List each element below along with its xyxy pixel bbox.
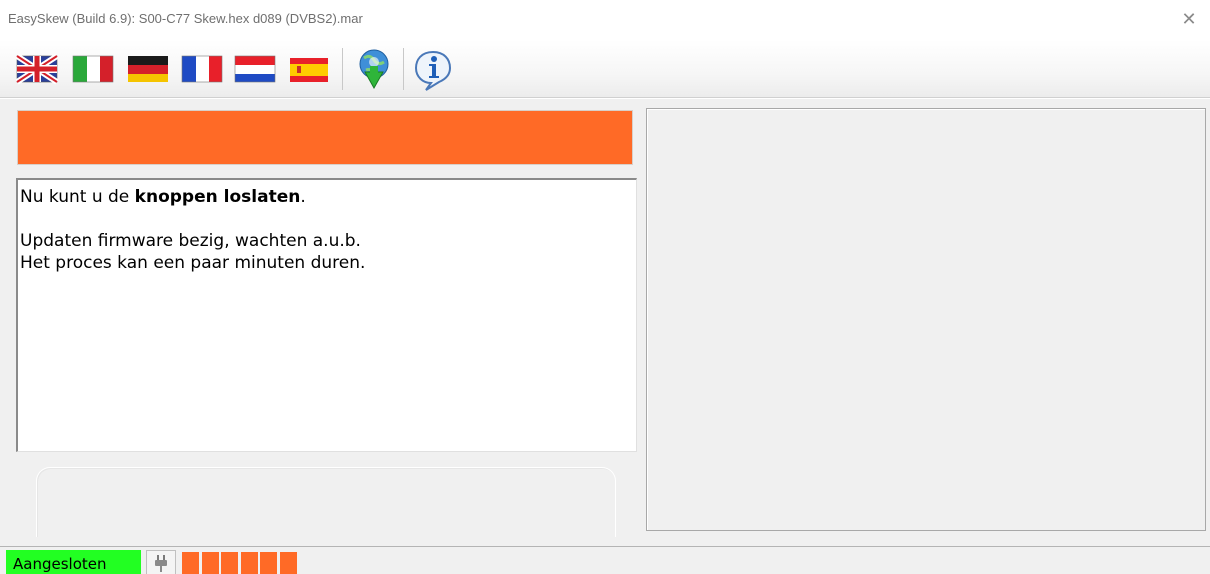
status-bar: Aangesloten [0,546,1210,574]
flag-netherlands-icon [234,55,276,83]
title-bar: EasySkew (Build 6.9): S00-C77 Skew.hex d… [0,0,1210,40]
plug-icon [155,555,167,572]
flag-italy-icon [72,55,114,83]
message-text: Nu kunt u de [20,187,135,207]
toolbar [0,40,1210,98]
message-line-2: Updaten firmware bezig, wachten a.u.b. [20,231,361,251]
message-box: Nu kunt u de knoppen loslaten. Updaten f… [16,178,637,452]
web-update-button[interactable] [352,48,394,90]
right-panel [646,108,1206,531]
progress-segment [182,552,199,574]
flag-france-button[interactable] [181,53,223,85]
globe-download-icon [359,49,389,90]
progress-segment [201,552,219,574]
flag-germany-button[interactable] [127,53,169,85]
flag-netherlands-button[interactable] [234,53,276,85]
about-button[interactable] [412,48,454,91]
flag-spain-button[interactable] [289,53,331,85]
toolbar-separator [403,48,404,90]
close-button[interactable]: ✕ [1174,6,1204,34]
window-title: EasySkew (Build 6.9): S00-C77 Skew.hex d… [8,11,363,26]
progress-segment [260,552,277,574]
message-line-3: Het proces kan een paar minuten duren. [20,253,366,273]
progress-segment [221,552,238,574]
flag-uk-icon [16,53,58,85]
main-area: Nu kunt u de knoppen loslaten. Updaten f… [0,99,1210,546]
flag-italy-button[interactable] [72,53,114,85]
toolbar-separator [342,48,343,90]
info-icon [414,50,452,91]
flag-spain-icon [290,58,328,82]
progress-segment [240,552,258,574]
progress-segment [279,552,297,574]
plug-button [146,550,176,574]
flag-uk-button[interactable] [16,53,58,85]
flag-germany-icon [128,56,168,82]
group-box [36,467,616,537]
message-line-1: Nu kunt u de knoppen loslaten. [20,186,634,208]
progress-bar [182,552,298,574]
connection-status: Aangesloten [6,550,141,574]
message-text: . [300,187,306,207]
flag-france-icon [181,55,223,83]
status-indicator-bar [17,110,633,165]
message-emphasis: knoppen loslaten [134,187,301,207]
